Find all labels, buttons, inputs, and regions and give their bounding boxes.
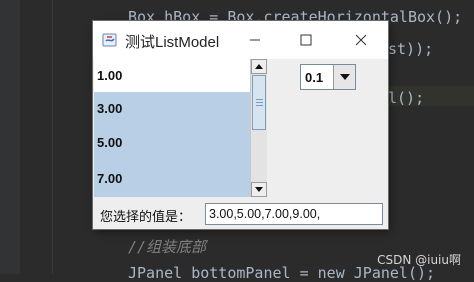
selection-field[interactable]: 3.00,5.00,7.00,9.00, (205, 203, 383, 225)
editor-indent-guide (52, 0, 53, 274)
maximize-button[interactable] (283, 21, 329, 59)
close-icon (355, 34, 367, 46)
scroll-thumb[interactable] (252, 75, 266, 130)
combo-dropdown-button[interactable] (333, 65, 355, 89)
content-pane: 1.00 3.00 5.00 7.00 0.1 您选择的值是： 3.00,5.0… (93, 59, 388, 229)
minimize-button[interactable] (232, 21, 278, 59)
maximize-icon (300, 34, 312, 46)
code-line-comment: //组装底部 (128, 238, 207, 256)
list-item[interactable]: 5.00 (94, 125, 250, 160)
arrow-down-icon (255, 187, 263, 192)
scroll-down-button[interactable] (251, 182, 267, 197)
list-item[interactable]: 3.00 (94, 92, 250, 125)
app-window: 测试ListModel 1.00 3.00 5.00 7.00 0.1 您选择的… (93, 21, 388, 229)
chevron-down-icon (339, 74, 350, 80)
selection-label: 您选择的值是： (100, 209, 192, 224)
list-scrollbar[interactable] (250, 59, 267, 197)
arrow-up-icon (255, 64, 263, 69)
value-list[interactable]: 1.00 3.00 5.00 7.00 (94, 59, 250, 197)
step-combo-box[interactable]: 0.1 (300, 64, 356, 90)
minimize-icon (250, 39, 260, 41)
watermark: CSDN @iuiu啊 (377, 253, 461, 267)
combo-selected-value: 0.1 (305, 70, 324, 85)
window-title: 测试ListModel (125, 34, 220, 51)
java-cup-icon (102, 32, 120, 48)
code-line: l(); (388, 89, 425, 107)
editor-gutter (0, 0, 20, 274)
scroll-up-button[interactable] (251, 59, 267, 74)
code-line: st)); (388, 40, 434, 58)
title-bar[interactable]: 测试ListModel (93, 21, 388, 59)
list-item[interactable]: 7.00 (94, 160, 250, 197)
close-button[interactable] (338, 21, 384, 59)
list-item[interactable]: 1.00 (94, 59, 250, 92)
